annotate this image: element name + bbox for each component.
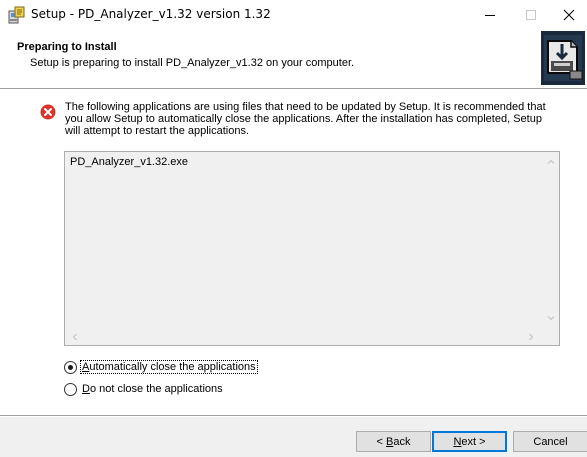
title-bar: Setup - PD_Analyzer_v1.32 version 1.32 (0, 0, 587, 30)
next-accel: N (453, 435, 462, 448)
back-prefix: < (376, 435, 386, 448)
maximize-icon (526, 10, 536, 20)
wizard-image (541, 31, 585, 85)
radio-selected-dot (68, 364, 73, 370)
page-subtitle: Setup is preparing to install PD_Analyze… (30, 57, 355, 69)
scroll-up-icon[interactable] (545, 156, 557, 168)
window-title: Setup - PD_Analyzer_v1.32 version 1.32 (31, 7, 271, 21)
application-list[interactable]: PD_Analyzer_v1.32.exe (64, 151, 560, 346)
button-bar: < Back Next > Cancel (0, 417, 587, 457)
auto-close-radio[interactable] (64, 360, 77, 374)
do-not-close-radio[interactable] (64, 382, 77, 396)
horizontal-scrollbar[interactable] (65, 328, 542, 345)
back-button[interactable]: < Back (356, 431, 431, 452)
do-not-close-text: o not close the applications (89, 383, 223, 395)
close-icon (563, 9, 575, 21)
back-accel: B (386, 435, 394, 448)
next-button[interactable]: Next > (432, 431, 507, 452)
auto-close-text: utomatically close the applications (89, 361, 256, 373)
header-divider (0, 88, 587, 90)
auto-close-option[interactable]: Automatically close the applications (64, 359, 258, 375)
next-text: ext > (461, 435, 486, 448)
do-not-close-option[interactable]: Do not close the applications (64, 381, 224, 397)
page-title: Preparing to Install (17, 41, 117, 53)
wizard-header: Preparing to Install Setup is preparing … (0, 30, 587, 88)
scroll-corner (542, 328, 559, 345)
maximize-button[interactable] (513, 0, 549, 30)
do-not-close-label[interactable]: Do not close the applications (81, 383, 224, 395)
do-not-close-accel: D (82, 383, 90, 395)
error-icon (40, 104, 56, 120)
minimize-icon (485, 15, 495, 16)
scroll-left-icon[interactable] (69, 331, 81, 343)
scroll-right-icon[interactable] (525, 331, 537, 343)
message-text: The following applications are using fil… (65, 101, 546, 137)
cancel-button[interactable]: Cancel (513, 431, 587, 452)
setup-app-icon (8, 6, 26, 24)
minimize-button[interactable] (472, 0, 508, 30)
scroll-down-icon[interactable] (545, 312, 557, 324)
close-button[interactable] (551, 0, 587, 30)
vertical-scrollbar[interactable] (542, 152, 559, 328)
list-item[interactable]: PD_Analyzer_v1.32.exe (70, 156, 188, 168)
auto-close-label[interactable]: Automatically close the applications (80, 360, 258, 374)
back-text: ack (393, 435, 411, 448)
